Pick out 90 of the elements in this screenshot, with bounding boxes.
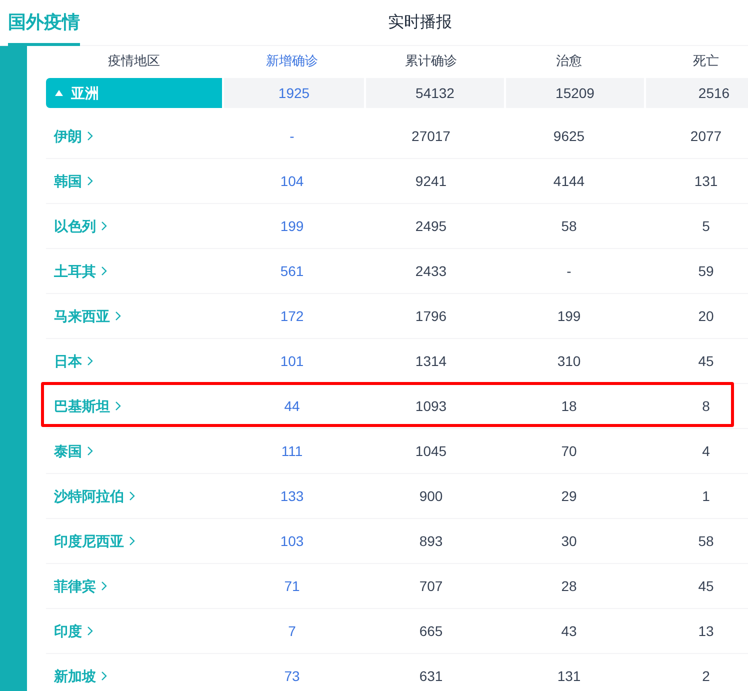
table-cell-text: 1093	[414, 396, 448, 416]
chevron-right-icon	[115, 311, 121, 321]
table-cell-text: 2495	[414, 216, 448, 236]
table-cell: 15209	[506, 78, 644, 108]
table-cell-text: 2077	[689, 126, 723, 146]
table-cell-text: 665	[418, 622, 444, 640]
table-cell-text: -	[288, 126, 296, 146]
table-cell-text: 631	[418, 666, 444, 686]
table-cell-text: 30	[560, 532, 578, 550]
table-cell-text: 5	[701, 216, 711, 236]
chevron-right-icon	[129, 536, 135, 546]
column-header: 累计确诊	[404, 52, 458, 70]
table-cell-text: 13	[697, 622, 715, 640]
chevron-right-icon	[87, 176, 93, 186]
table-cell-text: -	[566, 262, 572, 280]
table-cell-text: 71	[283, 576, 301, 596]
table-cell-text: 28	[560, 576, 578, 596]
table-cell-text: 561	[279, 262, 305, 280]
triangle-up-icon	[55, 90, 63, 96]
table-cell: 2516	[646, 78, 748, 108]
chevron-right-icon	[115, 401, 121, 411]
table-cell-text: 9625	[552, 126, 586, 146]
table-cell-text: 18	[560, 396, 578, 416]
region-link[interactable]: 印度	[46, 620, 93, 642]
table-cell-text: 104	[279, 172, 305, 190]
table-cell-text: 310	[556, 352, 582, 370]
table-cell-text: 20	[697, 306, 715, 326]
table-cell-text: 58	[560, 216, 578, 236]
column-header: 治愈	[555, 52, 583, 70]
region-link[interactable]: 巴基斯坦	[46, 396, 121, 416]
chevron-right-icon	[87, 626, 93, 636]
table-cell-text: 45	[697, 576, 715, 596]
table-cell-text: 111	[280, 442, 304, 460]
column-header: 新增确诊	[265, 52, 319, 70]
chevron-right-icon	[87, 131, 93, 141]
table-cell-text: 131	[556, 666, 582, 686]
table-cell-text: 900	[418, 486, 444, 506]
table-cell-text: 58	[697, 532, 715, 550]
region-link[interactable]: 新加坡	[46, 666, 107, 686]
region-link[interactable]: 以色列	[46, 216, 107, 236]
table-cell-text: 103	[279, 532, 305, 550]
table-cell-text: 73	[283, 666, 301, 686]
table-cell-text: 59	[697, 262, 715, 280]
chevron-right-icon	[101, 266, 107, 276]
table-cell-text: 707	[418, 576, 444, 596]
table-cell-text: 1045	[414, 442, 448, 460]
table-cell-text: 1796	[414, 306, 448, 326]
table-cell: 1925	[224, 78, 364, 108]
table-cell-text: 4144	[552, 172, 586, 190]
table-cell-text: 7	[287, 622, 297, 640]
table-cell-text: 45	[697, 352, 715, 370]
chevron-right-icon	[87, 446, 93, 456]
table-cell-text: 4	[701, 442, 711, 460]
table-cell-text: 172	[279, 306, 305, 326]
table-cell: 54132	[366, 78, 504, 108]
table-cell-text: 2433	[414, 262, 448, 280]
region-link[interactable]: 伊朗	[46, 126, 93, 146]
chevron-right-icon	[101, 581, 107, 591]
column-header: 疫情地区	[107, 52, 161, 70]
table-cell-text: 70	[560, 442, 578, 460]
table-cell-text: 893	[418, 532, 444, 550]
column-header: 死亡	[692, 52, 720, 70]
chevron-right-icon	[129, 491, 135, 501]
table-cell-text: 8	[701, 396, 711, 416]
table-cell-text: 1	[701, 486, 711, 506]
region-link[interactable]: 沙特阿拉伯	[46, 486, 135, 506]
chevron-right-icon	[101, 221, 107, 231]
chevron-right-icon	[87, 356, 93, 366]
region-link[interactable]: 印度尼西亚	[46, 530, 135, 552]
table-cell-text: 101	[279, 352, 305, 370]
table-cell-text: 29	[560, 486, 578, 506]
region-link[interactable]: 泰国	[46, 440, 93, 462]
table-cell-text: 199	[556, 306, 582, 326]
region-group-button[interactable]: 亚洲	[46, 78, 222, 108]
region-link[interactable]: 韩国	[46, 170, 93, 192]
table-cell-text: 44	[283, 396, 301, 416]
table-cell-text: 27017	[410, 126, 452, 146]
region-link[interactable]: 土耳其	[46, 260, 107, 282]
chevron-right-icon	[101, 671, 107, 681]
tab[interactable]: 实时播报	[388, 0, 452, 46]
region-link[interactable]: 马来西亚	[46, 306, 121, 326]
table-cell-text: 2	[701, 666, 711, 686]
region-link[interactable]: 日本	[46, 350, 93, 372]
table-cell-text: 133	[279, 486, 305, 506]
table-cell-text: 1314	[414, 352, 448, 370]
table-cell-text: 43	[560, 622, 578, 640]
table-cell-text: 199	[279, 216, 305, 236]
region-link[interactable]: 菲律宾	[46, 576, 107, 596]
table-cell-text: 9241	[414, 172, 448, 190]
table-cell-text: 131	[693, 172, 719, 190]
